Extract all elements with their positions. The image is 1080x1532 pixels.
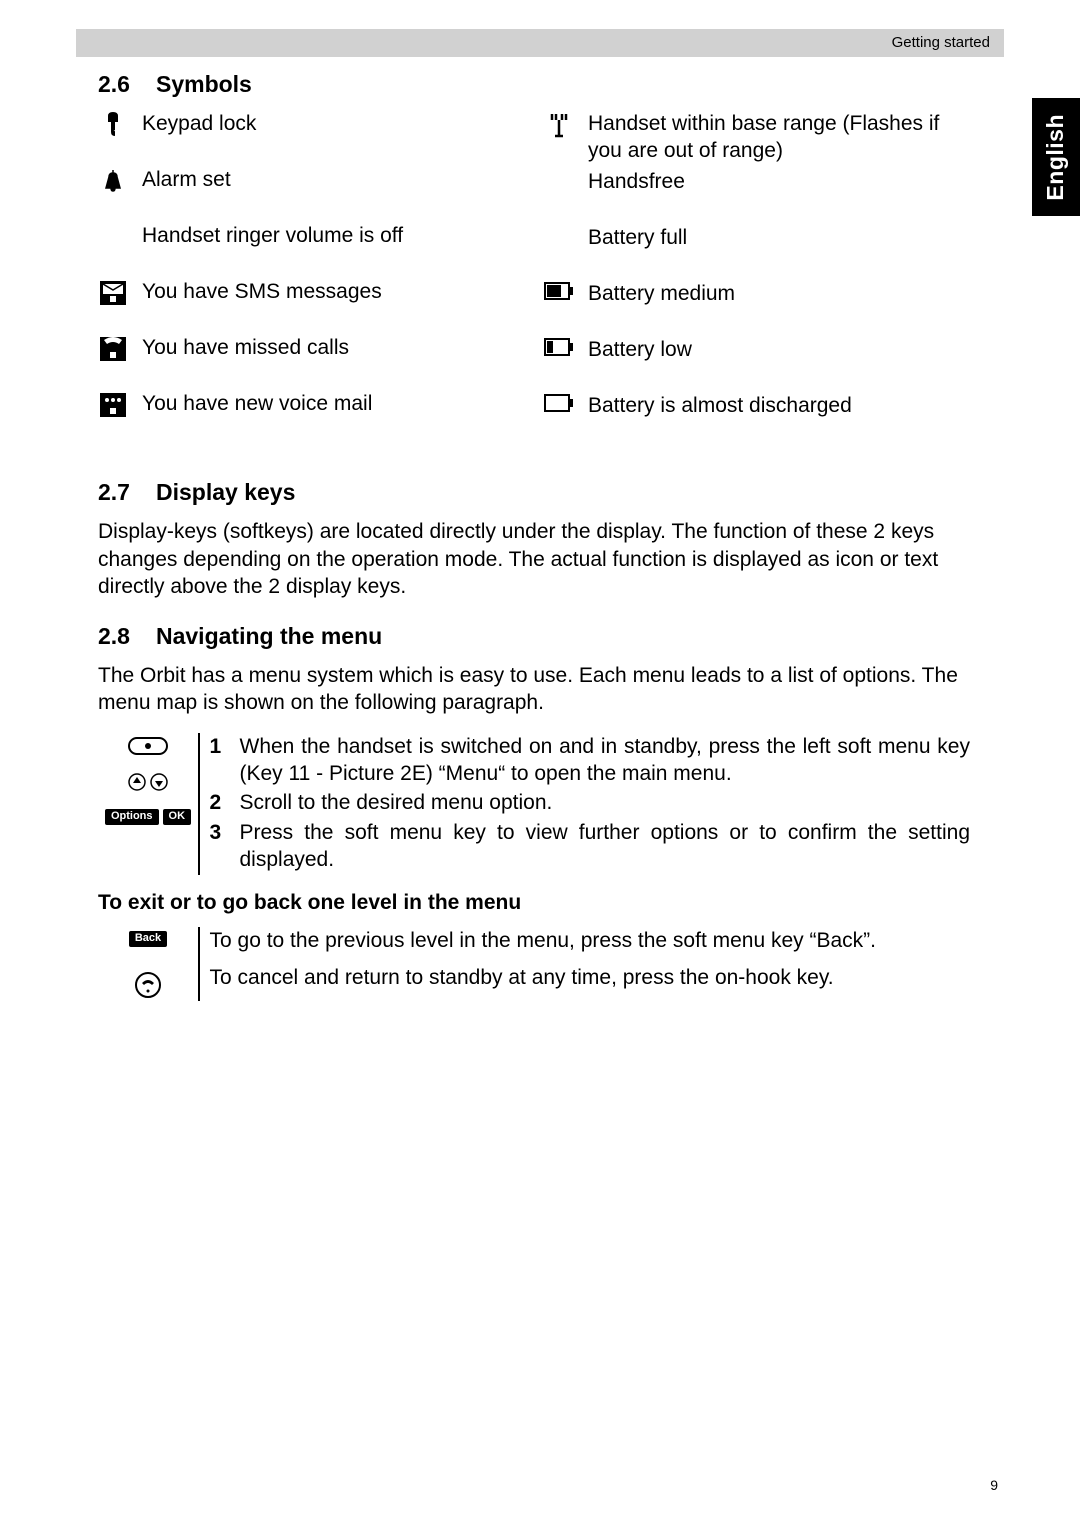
- symbol-label: You have missed calls: [142, 334, 524, 361]
- section-2-7-heading: 2.7 Display keys: [98, 478, 970, 508]
- symbol-label: Battery medium: [588, 280, 970, 307]
- exit-cancel-text: To cancel and return to standby at any t…: [210, 964, 971, 991]
- ok-key: OK: [163, 809, 192, 825]
- symbols-col-left: Keypad lock Alarm set Handset ringer vol…: [98, 110, 524, 449]
- symbol-row: You have missed calls: [98, 334, 524, 386]
- symbol-label: Handsfree: [588, 168, 970, 195]
- step-text: Scroll to the desired menu option.: [240, 789, 553, 816]
- symbol-label: Battery low: [588, 336, 970, 363]
- symbol-row: Battery low: [544, 336, 970, 388]
- divider: [198, 927, 200, 1002]
- exit-table: Back To go to the previous level in the …: [98, 927, 970, 1002]
- missed-call-icon: [98, 334, 128, 362]
- symbols-table: Keypad lock Alarm set Handset ringer vol…: [98, 110, 970, 449]
- symbol-row: Battery medium: [544, 280, 970, 332]
- symbol-label: Handset within base range (Flashes if yo…: [588, 110, 970, 165]
- symbol-row: Keypad lock: [98, 110, 524, 162]
- exit-subheading: To exit or to go back one level in the m…: [98, 889, 970, 916]
- header-bar: Getting started: [76, 29, 1004, 57]
- exit-key-icons: Back: [98, 927, 198, 1002]
- battery-low-icon: [544, 336, 574, 364]
- symbol-row: You have SMS messages: [98, 278, 524, 330]
- antenna-icon: [544, 110, 574, 138]
- symbol-row: Handset ringer volume is off: [98, 222, 524, 274]
- section-2-8-heading: 2.8 Navigating the menu: [98, 622, 970, 652]
- step-1: 1When the handset is switched on and in …: [210, 733, 971, 788]
- section-2-7-body: Display-keys (softkeys) are located dire…: [98, 518, 970, 600]
- section-num: 2.8: [98, 622, 130, 652]
- manual-page: Getting started English 2.6 Symbols Keypa…: [0, 0, 1080, 1532]
- voicemail-icon: [98, 390, 128, 418]
- battery-empty-icon: [544, 392, 574, 420]
- content: 2.6 Symbols Keypad lock Alarm set: [98, 70, 970, 1001]
- softkey-oval-icon: [128, 737, 168, 755]
- header-section: Getting started: [892, 33, 990, 53]
- battery-medium-icon: [544, 280, 574, 308]
- nav-updown-icon: [128, 773, 168, 791]
- sms-icon: [98, 278, 128, 306]
- exit-rows: To go to the previous level in the menu,…: [210, 927, 971, 1002]
- symbol-label: Handset ringer volume is off: [142, 222, 524, 249]
- symbol-label: Battery is almost discharged: [588, 392, 970, 419]
- symbol-label: You have SMS messages: [142, 278, 524, 305]
- step-text: Press the soft menu key to view further …: [240, 819, 971, 874]
- symbols-col-right: Handset within base range (Flashes if yo…: [544, 110, 970, 449]
- symbol-row: Alarm set: [98, 166, 524, 218]
- section-title: Symbols: [156, 71, 252, 97]
- symbol-label: Keypad lock: [142, 110, 524, 137]
- section-num: 2.6: [98, 70, 130, 100]
- step-3: 3Press the soft menu key to view further…: [210, 819, 971, 874]
- symbol-row: Handset within base range (Flashes if yo…: [544, 110, 970, 165]
- back-key: Back: [129, 931, 167, 947]
- page-number: 9: [990, 1476, 998, 1494]
- keypad-lock-icon: [98, 110, 128, 138]
- options-ok-keys: Options OK: [105, 809, 191, 825]
- symbol-label: Battery full: [588, 224, 970, 251]
- step-2: 2Scroll to the desired menu option.: [210, 789, 971, 816]
- step-text: When the handset is switched on and in s…: [240, 733, 971, 788]
- symbol-row: Battery full: [544, 224, 970, 276]
- symbol-row: You have new voice mail: [98, 390, 524, 442]
- section-2-8-intro: The Orbit has a menu system which is eas…: [98, 662, 970, 717]
- on-hook-key-icon: [134, 971, 162, 999]
- section-title: Display keys: [156, 479, 295, 505]
- language-tab: English: [1032, 98, 1080, 216]
- nav-steps: 1When the handset is switched on and in …: [210, 733, 971, 875]
- options-key: Options: [105, 809, 159, 825]
- symbol-row: Battery is almost discharged: [544, 392, 970, 444]
- ringer-off-icon: [98, 222, 128, 250]
- nav-steps-table: Options OK 1When the handset is switched…: [98, 733, 970, 875]
- symbol-row: Handsfree: [544, 168, 970, 220]
- alarm-icon: [98, 166, 128, 194]
- section-num: 2.7: [98, 478, 130, 508]
- battery-full-icon: [544, 224, 574, 252]
- handsfree-icon: [544, 168, 574, 196]
- nav-key-icons: Options OK: [98, 733, 198, 875]
- language-tab-label: English: [1041, 114, 1071, 201]
- symbol-label: You have new voice mail: [142, 390, 524, 417]
- divider: [198, 733, 200, 875]
- symbol-label: Alarm set: [142, 166, 524, 193]
- exit-back-text: To go to the previous level in the menu,…: [210, 927, 971, 954]
- section-2-6-heading: 2.6 Symbols: [98, 70, 970, 100]
- section-title: Navigating the menu: [156, 623, 382, 649]
